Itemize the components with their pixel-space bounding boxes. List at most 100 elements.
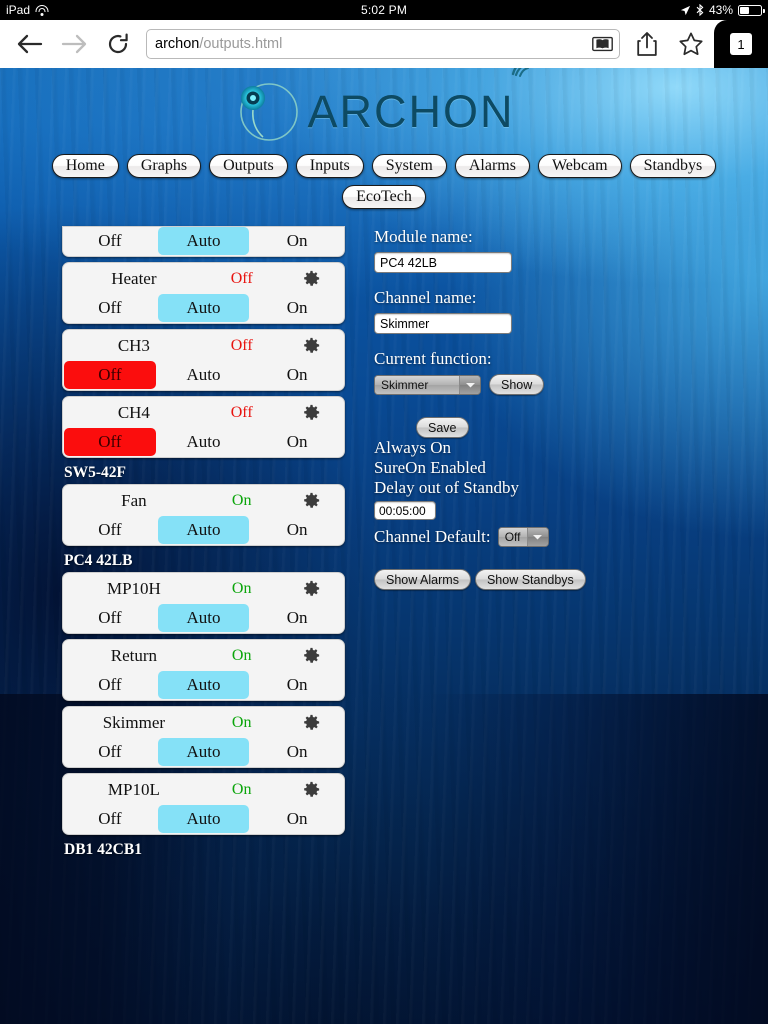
output-mode-auto-button[interactable]: Auto (157, 805, 250, 833)
output-mode-off-button[interactable]: Off (64, 671, 156, 699)
output-state-badge: On (231, 713, 252, 731)
output-state-badge: Off (230, 403, 253, 421)
output-mode-off-button[interactable]: Off (64, 604, 156, 632)
tab-count-button[interactable]: 1 (714, 20, 768, 68)
output-mode-auto-button[interactable]: Auto (157, 671, 250, 699)
output-state-badge: Off (230, 336, 253, 354)
address-bar[interactable]: archon/outputs.html (146, 29, 620, 59)
output-mode-auto-button[interactable]: Auto (157, 738, 250, 766)
signal-waves-icon (511, 68, 529, 77)
nav-item-webcam[interactable]: Webcam (537, 154, 622, 178)
bookmark-star-icon (679, 32, 703, 56)
output-channel-name: Return (110, 645, 158, 665)
module-name-input[interactable] (374, 252, 512, 273)
output-mode-on-button[interactable]: On (251, 604, 343, 632)
delay-out-of-standby-label: Delay out of Standby (374, 478, 519, 497)
share-icon (637, 32, 657, 56)
nav-item-graphs[interactable]: Graphs (126, 154, 202, 178)
output-mode-on-button[interactable]: On (251, 671, 343, 699)
page-background: ARCHON Home Graphs Outputs Inputs System Alar… (0, 68, 768, 1024)
save-button[interactable]: Save (416, 417, 469, 438)
forward-button[interactable] (52, 22, 96, 66)
output-channel-name: Heater (111, 268, 157, 288)
output-mode-on-button[interactable]: On (251, 805, 343, 833)
output-mode-on-button[interactable]: On (251, 361, 343, 389)
output-card: MP10H On Off Auto On (62, 572, 345, 634)
output-channel-name: Fan (121, 490, 147, 510)
output-mode-off-button[interactable]: Off (64, 361, 156, 389)
share-button[interactable] (626, 22, 668, 66)
gear-icon (304, 404, 319, 420)
main-navigation: Home Graphs Outputs Inputs System Alarms Webca… (0, 148, 768, 209)
current-function-select[interactable]: Skimmer (374, 374, 481, 395)
gear-icon (304, 270, 319, 286)
nav-item-outputs[interactable]: Outputs (209, 154, 288, 178)
reload-button[interactable] (96, 22, 140, 66)
output-channel-name: MP10H (106, 578, 161, 598)
show-standbys-button[interactable]: Show Standbys (474, 569, 586, 590)
output-mode-off-button[interactable]: Off (64, 738, 156, 766)
output-mode-on-button[interactable]: On (251, 227, 343, 255)
module-name-label: Module name: (374, 227, 473, 246)
output-card: Heater Off Off Auto On (62, 262, 345, 324)
output-mode-segmented-control: Off Auto On (63, 227, 344, 256)
reader-view-icon[interactable] (592, 36, 613, 52)
chevron-down-icon (459, 375, 480, 394)
back-button[interactable] (8, 22, 52, 66)
output-card-header: CH3 Off (63, 330, 344, 361)
output-card-header: Return On (63, 640, 344, 671)
output-mode-auto-button[interactable]: Auto (158, 428, 250, 456)
output-mode-on-button[interactable]: On (251, 516, 343, 544)
output-settings-button[interactable] (283, 337, 340, 354)
output-mode-off-button[interactable]: Off (64, 805, 156, 833)
output-settings-button[interactable] (283, 492, 340, 509)
output-mode-auto-button[interactable]: Auto (157, 604, 250, 632)
show-alarms-button[interactable]: Show Alarms (374, 569, 471, 590)
channel-default-label: Channel Default: (374, 527, 491, 546)
output-settings-button[interactable] (283, 580, 340, 597)
output-mode-auto-button[interactable]: Auto (157, 294, 250, 322)
output-mode-segmented-control: Off Auto On (63, 294, 344, 323)
nav-item-inputs[interactable]: Inputs (295, 154, 364, 178)
nav-item-home[interactable]: Home (51, 154, 119, 178)
reload-icon (108, 33, 128, 54)
nav-item-system[interactable]: System (371, 154, 447, 178)
output-settings-button[interactable] (283, 714, 340, 731)
output-mode-on-button[interactable]: On (251, 294, 343, 322)
nav-row-primary: Home Graphs Outputs Inputs System Alarms Webca… (0, 154, 768, 178)
nav-item-ecotech[interactable]: EcoTech (342, 185, 426, 209)
output-card: Skimmer On Off Auto On (62, 706, 345, 768)
output-mode-off-button[interactable]: Off (64, 428, 156, 456)
output-settings-button[interactable] (283, 647, 340, 664)
status-bar-clock: 5:02 PM (360, 3, 408, 17)
output-state-badge: On (231, 491, 252, 509)
output-mode-auto-button[interactable]: Auto (157, 227, 250, 255)
forward-arrow-icon (61, 34, 87, 54)
output-state-badge: Off (230, 269, 253, 287)
bookmark-button[interactable] (670, 22, 712, 66)
archon-circle-logo-icon (240, 83, 299, 141)
show-function-button[interactable]: Show (489, 374, 545, 395)
output-settings-button[interactable] (283, 781, 340, 798)
nav-item-alarms[interactable]: Alarms (454, 154, 530, 178)
output-mode-on-button[interactable]: On (251, 428, 343, 456)
output-settings-button[interactable] (283, 270, 340, 287)
nav-row-secondary: EcoTech (0, 185, 768, 209)
output-settings-button[interactable] (283, 404, 340, 421)
output-card-header: Fan On (63, 485, 344, 516)
current-function-label: Current function: (374, 349, 492, 368)
output-mode-auto-button[interactable]: Auto (157, 516, 250, 544)
chevron-down-icon (526, 528, 548, 546)
output-mode-segmented-control: Off Auto On (63, 361, 344, 390)
output-mode-off-button[interactable]: Off (64, 516, 156, 544)
output-mode-off-button[interactable]: Off (64, 227, 156, 255)
channel-name-input[interactable] (374, 313, 512, 334)
nav-item-standbys[interactable]: Standbys (629, 154, 717, 178)
output-mode-off-button[interactable]: Off (64, 294, 156, 322)
channel-default-select[interactable]: Off (497, 527, 549, 547)
output-mode-auto-button[interactable]: Auto (158, 361, 250, 389)
battery-icon (738, 4, 765, 16)
output-card: CH4 Off Off Auto On (62, 396, 345, 458)
output-mode-on-button[interactable]: On (251, 738, 343, 766)
delay-out-of-standby-input[interactable] (374, 501, 436, 520)
